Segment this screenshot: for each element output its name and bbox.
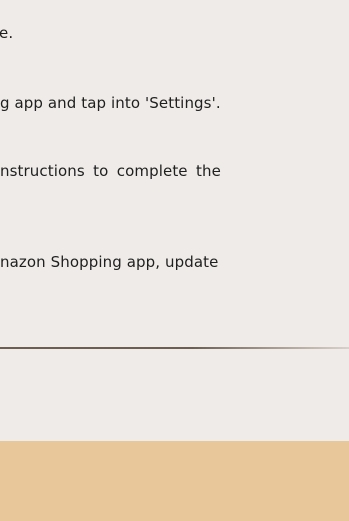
article-text-line: e. [0,24,14,42]
article-text-line: nazon Shopping app, update [0,253,219,271]
article-text-line: g app and tap into 'Settings'. [0,94,221,112]
footer-band [0,441,349,521]
article-text-line: nstructions to complete the [0,162,221,180]
article-content: e. g app and tap into 'Settings'. nstruc… [0,0,349,440]
section-divider [0,347,349,349]
